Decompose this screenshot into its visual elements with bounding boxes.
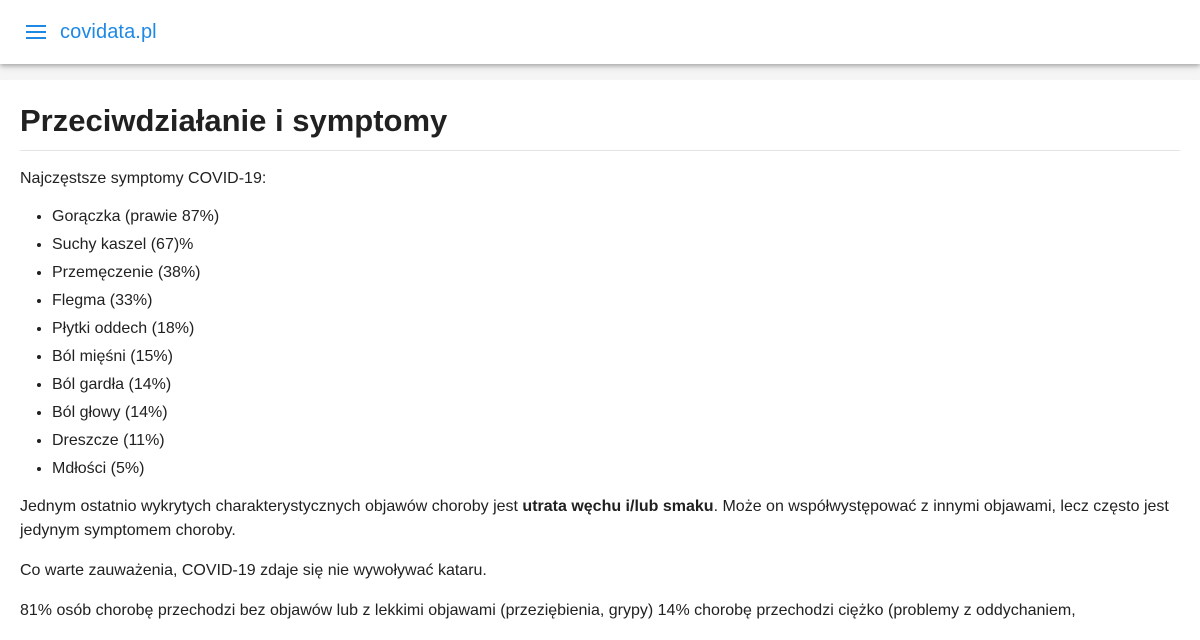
list-item: Mdłości (5%) bbox=[52, 459, 1180, 479]
list-item: Ból gardła (14%) bbox=[52, 375, 1180, 395]
hamburger-menu-icon[interactable] bbox=[24, 20, 48, 44]
list-item: Dreszcze (11%) bbox=[52, 431, 1180, 451]
content-card: Przeciwdziałanie i symptomy Najczęstsze … bbox=[0, 80, 1200, 640]
list-item: Suchy kaszel (67)% bbox=[52, 235, 1180, 255]
page-title: Przeciwdziałanie i symptomy bbox=[20, 103, 448, 138]
title-divider bbox=[20, 150, 1180, 151]
runny-nose-paragraph: Co warte zauważenia, COVID-19 zdaje się … bbox=[20, 562, 487, 579]
smell-taste-paragraph: Jednym ostatnio wykrytych charakterystyc… bbox=[20, 495, 1170, 543]
list-item: Ból mięśni (15%) bbox=[52, 347, 1180, 367]
symptoms-list: Gorączka (prawie 87%) Suchy kaszel (67)%… bbox=[20, 207, 1180, 479]
list-item: Ból głowy (14%) bbox=[52, 403, 1180, 423]
brand-link[interactable]: covidata.pl bbox=[60, 19, 157, 45]
top-app-bar: covidata.pl bbox=[0, 0, 1200, 64]
highlight-text: utrata węchu i/lub smaku bbox=[522, 498, 714, 515]
list-item: Przemęczenie (38%) bbox=[52, 263, 1180, 283]
severity-paragraph: 81% osób chorobę przechodzi bez objawów … bbox=[20, 602, 1076, 619]
symptoms-intro: Najczęstsze symptomy COVID-19: bbox=[20, 170, 267, 187]
list-item: Płytki oddech (18%) bbox=[52, 319, 1180, 339]
list-item: Gorączka (prawie 87%) bbox=[52, 207, 1180, 227]
paragraph-text: Jednym ostatnio wykrytych charakterystyc… bbox=[20, 498, 523, 515]
list-item: Flegma (33%) bbox=[52, 291, 1180, 311]
